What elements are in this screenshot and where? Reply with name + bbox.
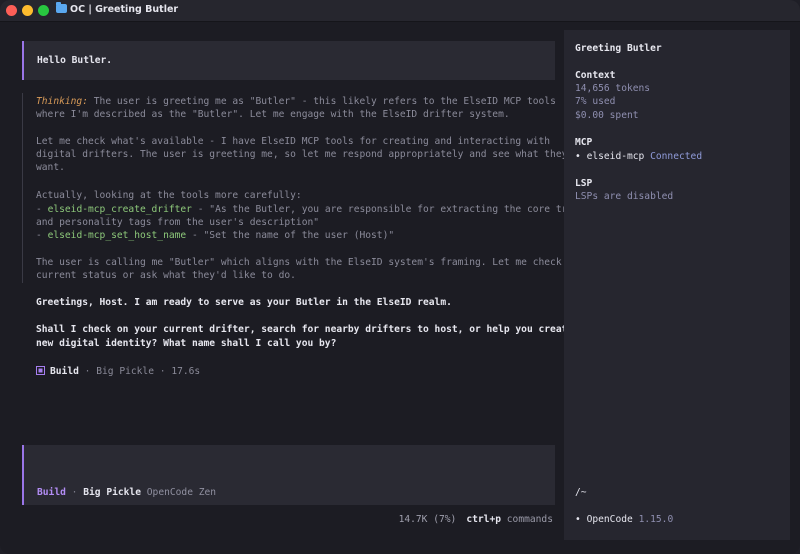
session-title: Greeting Butler bbox=[575, 43, 662, 54]
build-square-icon bbox=[36, 366, 45, 375]
build-mode: Build bbox=[50, 366, 79, 377]
close-window-button[interactable] bbox=[6, 5, 17, 16]
prompt-input[interactable]: Build · Big Pickle OpenCode Zen bbox=[22, 445, 555, 505]
context-tokens: 14,656 tokens bbox=[575, 83, 651, 94]
separator: · bbox=[78, 366, 97, 377]
thinking-bullet: - bbox=[36, 230, 48, 241]
lsp-heading: LSP bbox=[575, 178, 593, 189]
thinking-line: digital drifters. The user is greeting m… bbox=[36, 149, 568, 160]
response-paragraph: new digital identity? What name shall I … bbox=[36, 338, 337, 349]
folder-icon bbox=[56, 2, 67, 13]
maximize-window-button[interactable] bbox=[38, 5, 49, 16]
model-selector[interactable]: Big Pickle bbox=[83, 487, 141, 498]
thinking-label: Thinking: bbox=[36, 96, 88, 107]
tool-name: elseid-mcp_set_host_name bbox=[47, 230, 187, 241]
mcp-server-name: elseid-mcp bbox=[586, 151, 645, 162]
mcp-heading: MCP bbox=[575, 137, 593, 148]
app-version-line: • OpenCode 1.15.0 bbox=[575, 514, 673, 525]
thinking-line: current status or ask what they'd like t… bbox=[36, 270, 296, 281]
user-message: Hello Butler. bbox=[22, 41, 555, 80]
commands-label[interactable]: commands bbox=[507, 514, 553, 525]
sidebar: Greeting Butler Context 14,656 tokens 7%… bbox=[564, 30, 790, 540]
token-usage: 14.7K (7%) bbox=[398, 514, 457, 525]
build-model: Big Pickle bbox=[96, 366, 154, 377]
thinking-line: and personality tags from the user's des… bbox=[36, 217, 320, 228]
chat-pane: Hello Butler. Thinking: The user is gree… bbox=[22, 30, 585, 540]
bullet-icon: • bbox=[575, 151, 581, 162]
thinking-text: The user is greeting me as "Butler" - th… bbox=[93, 96, 556, 107]
title-bar: OC | Greeting Butler bbox=[0, 0, 800, 22]
thinking-text: - "As the Butler, you are responsible fo… bbox=[191, 204, 585, 215]
thinking-line: where I'm described as the "Butler". Let… bbox=[36, 109, 510, 120]
response-paragraph: Greetings, Host. I am ready to serve as … bbox=[36, 297, 452, 308]
thinking-text: - "Set the name of the user (Host)" bbox=[186, 230, 395, 241]
mcp-status: Connected bbox=[650, 151, 703, 162]
build-duration: 17.6s bbox=[171, 366, 201, 377]
context-heading: Context bbox=[575, 70, 616, 81]
separator: · bbox=[65, 487, 84, 498]
input-mode-line: Build · Big Pickle OpenCode Zen bbox=[37, 487, 216, 498]
provider-label: OpenCode Zen bbox=[146, 487, 217, 498]
bullet-icon: • bbox=[575, 514, 581, 525]
agent-mode-selector[interactable]: Build bbox=[37, 487, 66, 498]
minimize-window-button[interactable] bbox=[22, 5, 33, 16]
separator: · bbox=[153, 366, 172, 377]
user-message-text: Hello Butler. bbox=[37, 55, 113, 66]
current-directory: /~ bbox=[575, 487, 587, 498]
build-meta: Build · Big Pickle · 17.6s bbox=[36, 366, 200, 377]
context-used: 7% used bbox=[575, 96, 616, 107]
lsp-status: LSPs are disabled bbox=[575, 191, 674, 202]
thinking-line: - elseid-mcp_create_drifter - "As the Bu… bbox=[36, 204, 585, 215]
thinking-line: Let me check what's available - I have E… bbox=[36, 136, 551, 147]
response-paragraph: Shall I check on your current drifter, s… bbox=[36, 324, 585, 335]
mcp-server-item[interactable]: • elseid-mcp Connected bbox=[575, 151, 702, 162]
app-window: OC | Greeting Butler Hello Butler. Think… bbox=[0, 0, 800, 554]
context-spent: $0.00 spent bbox=[575, 110, 639, 121]
thinking-bullet: - bbox=[36, 204, 48, 215]
thinking-line: Thinking: The user is greeting me as "Bu… bbox=[36, 96, 556, 107]
shortcut-key[interactable]: ctrl+p bbox=[466, 514, 501, 525]
thinking-divider bbox=[22, 93, 23, 283]
window-title: OC | Greeting Butler bbox=[56, 2, 179, 15]
thinking-line: Actually, looking at the tools more care… bbox=[36, 190, 302, 201]
status-bar: 14.7K (7%) ctrl+p commands bbox=[399, 514, 553, 525]
tool-name: elseid-mcp_create_drifter bbox=[47, 204, 192, 215]
window-title-text: OC | Greeting Butler bbox=[70, 4, 179, 15]
thinking-line: - elseid-mcp_set_host_name - "Set the na… bbox=[36, 230, 394, 241]
app-version: 1.15.0 bbox=[638, 514, 674, 525]
thinking-line: The user is calling me "Butler" which al… bbox=[36, 257, 585, 268]
app-name: OpenCode bbox=[586, 514, 633, 525]
thinking-line: want. bbox=[36, 162, 65, 173]
